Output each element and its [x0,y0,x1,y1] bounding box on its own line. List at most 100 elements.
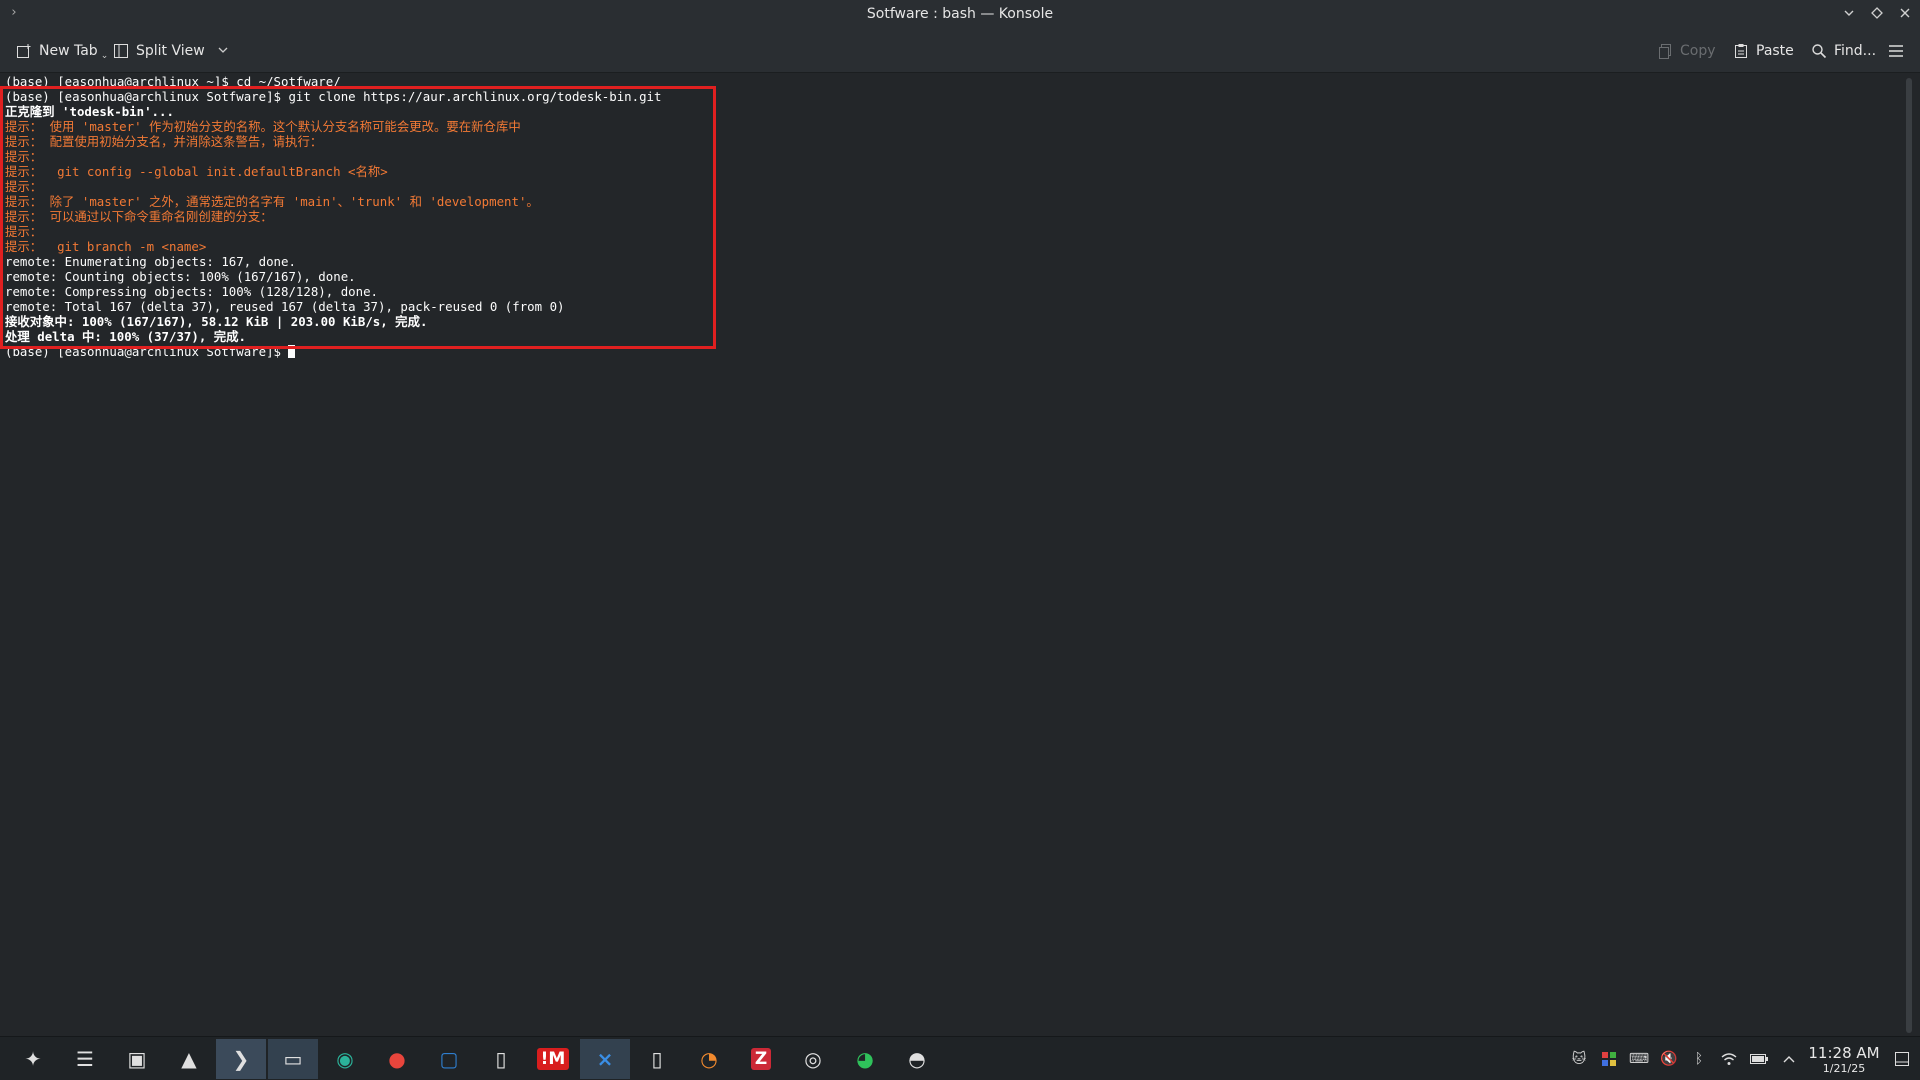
terminal-line: (base) [easonhua@archlinux Sotfware]$ [5,344,661,359]
maximize-button[interactable] [1868,4,1886,22]
text-document-icon: ▯ [495,1047,507,1071]
terminal-line: 提示： git branch -m <name> [5,239,207,254]
konsole-icon: ❯ [232,1047,250,1071]
battery-icon[interactable] [1744,1037,1774,1080]
chrome-taskbar-button[interactable]: ● [372,1039,422,1079]
clock-time: 11:28 AM [1808,1043,1880,1062]
terminal-line: 正克隆到 'todesk-bin'... [5,104,174,119]
show-desktop-icon[interactable] [1884,1037,1920,1080]
paste-label: Paste [1756,43,1794,59]
terminal-scrollbar[interactable] [1906,78,1912,1033]
terminal-line: (base) [easonhua@archlinux ~]$ cd ~/Sotf… [5,74,341,89]
system-settings-icon: ☰ [76,1047,94,1071]
close-button[interactable] [1896,4,1914,22]
terminal-line: remote: Compressing objects: 100% (128/1… [5,284,378,299]
digital-clock[interactable]: 11:28 AM 1/21/25 [1804,1044,1884,1075]
windows-app-icon[interactable] [1594,1037,1624,1080]
qq-icon: ◓ [908,1047,926,1071]
copy-icon [1657,43,1673,59]
volume-muted-icon[interactable]: 🔇 [1654,1037,1684,1080]
search-icon [1811,43,1827,59]
wechat-taskbar-button[interactable]: ◕ [840,1039,890,1079]
paste-icon [1733,43,1749,59]
terminal-line: 提示： 除了 'master' 之外，通常选定的名字有 'main'、'trun… [5,194,539,209]
zotero-icon: Z [750,1048,772,1070]
app-launcher-icon: ✦ [24,1047,42,1071]
terminal-line: 提示： git config --global init.defaultBran… [5,164,388,179]
system-settings-taskbar-button[interactable]: ☰ [60,1039,110,1079]
terminal-output[interactable]: (base) [easonhua@archlinux ~]$ cd ~/Sotf… [5,74,661,359]
hamburger-menu-icon [1888,43,1904,59]
document-icon: ▯ [651,1047,663,1071]
discover-store-icon: ▣ [127,1047,147,1071]
copy-label: Copy [1680,43,1716,59]
app-launcher-taskbar-button[interactable]: ✦ [8,1039,58,1079]
new-tab-dropdown-icon[interactable]: ⌄ [101,51,109,61]
split-view-button[interactable]: Split View [113,39,228,63]
terminal-line: 提示： 使用 'master' 作为初始分支的名称。这个默认分支名称可能会更改。… [5,119,521,134]
window-title: Sotfware : bash — Konsole [866,6,1054,22]
gnome-settings-icon: ◉ [336,1047,354,1071]
split-view-label: Split View [136,43,205,59]
close-icon [1900,8,1910,18]
document-taskbar-button[interactable]: ▯ [632,1039,682,1079]
title-bar: › Sotfware : bash — Konsole [0,0,1920,29]
tray-expand-icon[interactable] [1774,1037,1804,1080]
copy-button[interactable]: Copy [1657,39,1716,63]
split-view-icon [113,43,129,59]
file-manager-icon: ▭ [283,1047,303,1071]
wechat-icon: ◕ [856,1047,874,1071]
discover-store-taskbar-button[interactable]: ▣ [112,1039,162,1079]
text-cursor [288,345,296,358]
chrome-icon: ● [388,1047,406,1071]
new-tab-label: New Tab [39,43,98,59]
diamond-icon [1871,7,1883,19]
virtualbox-taskbar-button[interactable]: ▢ [424,1039,474,1079]
file-manager-taskbar-button[interactable]: ▭ [268,1039,318,1079]
new-tab-button[interactable]: New Tab ⌄ [16,39,108,63]
wifi-icon[interactable] [1714,1037,1744,1080]
terminal-line: 接收对象中: 100% (167/167), 58.12 KiB | 203.0… [5,314,428,329]
qq-taskbar-button[interactable]: ◓ [892,1039,942,1079]
terminal-view[interactable]: (base) [easonhua@archlinux ~]$ cd ~/Sotf… [0,74,1900,1036]
netease-music-taskbar-button[interactable]: !M [528,1039,578,1079]
terminal-line: 提示： [5,224,43,239]
clock-date: 1/21/25 [1822,1061,1866,1075]
terminal-line: (base) [easonhua@archlinux Sotfware]$ gi… [5,89,662,104]
taskbar: ✦ ☰ ▣ ▲ ❯ ▭ ◉ ● ▢ ▯ !M ⨯ ▯ ◔ Z ◎ ◕ ◓ 🐱 ⌨ 🔇 ᛒ 11:28 AM 1/2… [0,1036,1920,1080]
keyboard-icon[interactable]: ⌨ [1624,1037,1654,1080]
terminal-line: 提示： 可以通过以下命令重命名刚创建的分支： [5,209,273,224]
terminal-line: 提示： 配置使用初始分支名，并消除这条警告，请执行： [5,134,323,149]
cat-app-icon[interactable]: 🐱 [1564,1037,1594,1080]
netease-music-icon: !M [536,1048,570,1070]
blender-taskbar-button[interactable]: ◔ [684,1039,734,1079]
hamburger-menu-button[interactable] [1888,39,1904,63]
paste-button[interactable]: Paste [1733,39,1794,63]
find-label: Find... [1834,43,1877,59]
terminal-line: 提示： [5,179,43,194]
terminal-line: 提示： [5,149,43,164]
obs-studio-icon: ◎ [804,1047,822,1071]
image-viewer-icon: ▲ [181,1047,197,1071]
text-document-taskbar-button[interactable]: ▯ [476,1039,526,1079]
terminal-line: remote: Counting objects: 100% (167/167)… [5,269,356,284]
terminal-line: remote: Total 167 (delta 37), reused 167… [5,299,565,314]
new-tab-icon [16,43,32,59]
bluetooth-icon[interactable]: ᛒ [1684,1037,1714,1080]
zotero-taskbar-button[interactable]: Z [736,1039,786,1079]
terminal-line: 处理 delta 中: 100% (37/37), 完成. [5,329,246,344]
terminal-line: remote: Enumerating objects: 167, done. [5,254,296,269]
vscode-taskbar-button[interactable]: ⨯ [580,1039,630,1079]
obs-studio-taskbar-button[interactable]: ◎ [788,1039,838,1079]
konsole-taskbar-button[interactable]: ❯ [216,1039,266,1079]
virtualbox-icon: ▢ [439,1047,459,1071]
split-view-dropdown-icon[interactable] [218,43,228,59]
minimize-button[interactable] [1840,4,1858,22]
find-button[interactable]: Find... [1811,39,1876,63]
image-viewer-taskbar-button[interactable]: ▲ [164,1039,214,1079]
system-tray: 🐱 ⌨ 🔇 ᛒ 11:28 AM 1/21/25 [1564,1037,1920,1080]
chevron-down-icon [1844,10,1854,16]
konsole-toolbar: New Tab ⌄ Split View Copy Paste Find... [0,29,1920,73]
vscode-icon: ⨯ [596,1047,614,1071]
gnome-settings-taskbar-button[interactable]: ◉ [320,1039,370,1079]
